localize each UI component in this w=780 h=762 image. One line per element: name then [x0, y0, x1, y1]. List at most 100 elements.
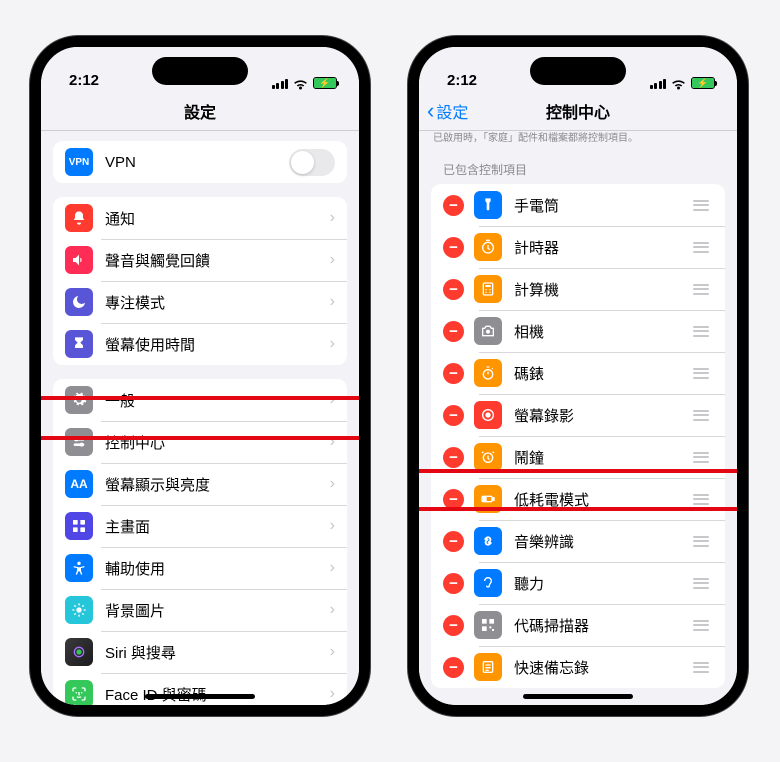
row-screentime[interactable]: 螢幕使用時間 › [53, 323, 347, 365]
remove-button[interactable]: − [443, 405, 464, 426]
row-camera[interactable]: − 相機 [431, 310, 725, 352]
row-label: 輔助使用 [105, 558, 330, 579]
remove-button[interactable]: − [443, 237, 464, 258]
timer-icon [474, 233, 502, 261]
vpn-toggle[interactable] [289, 149, 335, 176]
dynamic-island [152, 57, 248, 85]
chevron-right-icon: › [330, 685, 335, 703]
row-faceid[interactable]: Face ID 與密碼 › [53, 673, 347, 705]
row-label: 一般 [105, 390, 330, 411]
remove-button[interactable]: − [443, 321, 464, 342]
drag-handle-icon[interactable] [693, 284, 713, 295]
group-vpn: VPN VPN [53, 141, 347, 183]
row-flashlight[interactable]: − 手電筒 [431, 184, 725, 226]
battery-icon: ⚡ [313, 77, 337, 89]
note-icon [474, 653, 502, 681]
row-lowpower[interactable]: − 低耗電模式 [431, 478, 725, 520]
drag-handle-icon[interactable] [693, 200, 713, 211]
row-screenrecord[interactable]: − 螢幕錄影 [431, 394, 725, 436]
remove-button[interactable]: − [443, 363, 464, 384]
row-label: 鬧鐘 [514, 447, 693, 468]
remove-button[interactable]: − [443, 657, 464, 678]
row-quicknote[interactable]: − 快速備忘錄 [431, 646, 725, 688]
row-display[interactable]: AA 螢幕顯示與亮度 › [53, 463, 347, 505]
bell-icon [65, 204, 93, 232]
status-time: 2:12 [447, 72, 477, 89]
accessibility-icon [65, 554, 93, 582]
row-sounds[interactable]: 聲音與觸覺回饋 › [53, 239, 347, 281]
drag-handle-icon[interactable] [693, 242, 713, 253]
home-indicator[interactable] [523, 694, 633, 699]
row-wallpaper[interactable]: 背景圖片 › [53, 589, 347, 631]
phone-right: 2:12 ⚡ ‹ 設定 控制中心 已啟用時，「家庭」配件和檔案都將控制項目。 已… [408, 36, 748, 716]
chevron-right-icon: › [330, 251, 335, 269]
chevron-right-icon: › [330, 517, 335, 535]
chevron-left-icon: ‹ [427, 100, 434, 122]
drag-handle-icon[interactable] [693, 536, 713, 547]
row-label: VPN [105, 154, 289, 171]
row-hearing[interactable]: − 聽力 [431, 562, 725, 604]
remove-button[interactable]: − [443, 195, 464, 216]
row-stopwatch[interactable]: − 碼錶 [431, 352, 725, 394]
row-focus[interactable]: 專注模式 › [53, 281, 347, 323]
battery-icon: ⚡ [691, 77, 715, 89]
drag-handle-icon[interactable] [693, 578, 713, 589]
record-icon [474, 401, 502, 429]
calculator-icon [474, 275, 502, 303]
remove-button[interactable]: − [443, 279, 464, 300]
row-label: 螢幕顯示與亮度 [105, 474, 330, 495]
row-calculator[interactable]: − 計算機 [431, 268, 725, 310]
row-label: 快速備忘錄 [514, 657, 693, 678]
remove-button[interactable]: − [443, 615, 464, 636]
row-accessibility[interactable]: 輔助使用 › [53, 547, 347, 589]
drag-handle-icon[interactable] [693, 368, 713, 379]
remove-button[interactable]: − [443, 531, 464, 552]
home-indicator[interactable] [145, 694, 255, 699]
row-label: 通知 [105, 208, 330, 229]
remove-button[interactable]: − [443, 447, 464, 468]
phone-left: 2:12 ⚡ 設定 VPN VPN [30, 36, 370, 716]
drag-handle-icon[interactable] [693, 452, 713, 463]
page-title: 設定 [184, 99, 216, 123]
back-label: 設定 [436, 99, 468, 123]
row-label: 相機 [514, 321, 693, 342]
row-homescreen[interactable]: 主畫面 › [53, 505, 347, 547]
drag-handle-icon[interactable] [693, 620, 713, 631]
row-siri[interactable]: Siri 與搜尋 › [53, 631, 347, 673]
camera-icon [474, 317, 502, 345]
row-alarm[interactable]: − 鬧鐘 [431, 436, 725, 478]
battery-low-icon [474, 485, 502, 513]
drag-handle-icon[interactable] [693, 410, 713, 421]
row-label: 控制中心 [105, 432, 330, 453]
remove-button[interactable]: − [443, 489, 464, 510]
drag-handle-icon[interactable] [693, 326, 713, 337]
vpn-icon: VPN [65, 148, 93, 176]
drag-handle-icon[interactable] [693, 494, 713, 505]
chevron-right-icon: › [330, 643, 335, 661]
cellular-icon [272, 78, 289, 89]
row-label: 聲音與觸覺回饋 [105, 250, 330, 271]
chevron-right-icon: › [330, 559, 335, 577]
row-qrcode[interactable]: − 代碼掃描器 [431, 604, 725, 646]
speaker-icon [65, 246, 93, 274]
wifi-icon [671, 78, 686, 89]
row-label: 低耗電模式 [514, 489, 693, 510]
row-label: 主畫面 [105, 516, 330, 537]
remove-button[interactable]: − [443, 573, 464, 594]
drag-handle-icon[interactable] [693, 662, 713, 673]
textsize-icon: AA [65, 470, 93, 498]
back-button[interactable]: ‹ 設定 [427, 99, 468, 123]
row-musicrec[interactable]: − 音樂辨識 [431, 520, 725, 562]
dynamic-island [530, 57, 626, 85]
row-notifications[interactable]: 通知 › [53, 197, 347, 239]
row-general[interactable]: 一般 › [53, 379, 347, 421]
row-vpn[interactable]: VPN VPN [53, 141, 347, 183]
row-label: 計算機 [514, 279, 693, 300]
row-timer[interactable]: − 計時器 [431, 226, 725, 268]
stopwatch-icon [474, 359, 502, 387]
alarm-icon [474, 443, 502, 471]
gear-icon [65, 386, 93, 414]
row-controlcenter[interactable]: 控制中心 › [53, 421, 347, 463]
row-label: 螢幕使用時間 [105, 334, 330, 355]
page-title: 控制中心 [546, 99, 610, 123]
